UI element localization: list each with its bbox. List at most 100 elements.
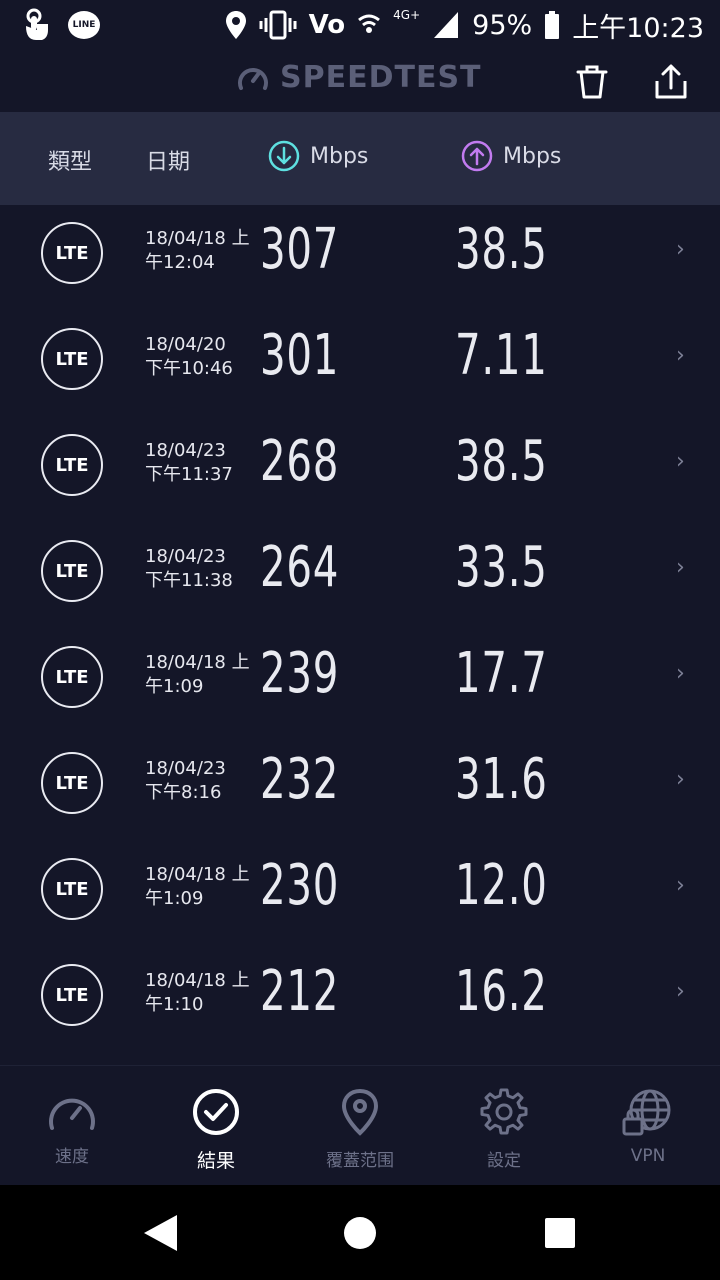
nav-label: 設定 (487, 1151, 521, 1171)
back-button[interactable] (140, 1213, 180, 1253)
nav-label: 覆蓋范围 (326, 1151, 394, 1171)
download-speed: 264 (260, 535, 340, 600)
download-speed: 301 (260, 323, 340, 388)
results-list[interactable]: LTE 18/04/18 上午12:04 307 38.5 › LTE 18/0… (0, 205, 720, 1065)
upload-speed: 17.7 (455, 641, 548, 706)
result-date: 18/04/23 下午11:38 (145, 546, 233, 591)
speedtest-logo: SPEEDTEST (236, 60, 482, 95)
result-date: 18/04/18 上午12:04 (145, 228, 250, 273)
column-date[interactable]: 日期 (146, 144, 190, 176)
download-speed: 307 (260, 217, 340, 282)
result-row[interactable]: LTE 18/04/18 上午1:09 239 17.7 › (0, 629, 720, 735)
connection-type-badge: LTE (41, 646, 103, 708)
chevron-right-icon: › (676, 343, 685, 368)
battery-percentage: 95% (472, 9, 533, 41)
connection-type-badge: LTE (41, 858, 103, 920)
chevron-right-icon: › (676, 767, 685, 792)
download-speed: 212 (260, 959, 340, 1024)
recents-button[interactable] (540, 1213, 580, 1253)
system-navigation-bar (0, 1185, 720, 1280)
result-date: 18/04/20 下午10:46 (145, 334, 233, 379)
upload-arrow-icon (461, 140, 493, 172)
nav-results[interactable]: 結果 (144, 1088, 288, 1173)
result-row[interactable]: LTE 18/04/23 下午8:16 232 31.6 › (0, 735, 720, 841)
upload-speed: 12.0 (455, 853, 548, 918)
bottom-navigation: 速度 結果 覆蓋范围 設定 VPN (0, 1065, 720, 1185)
chevron-right-icon: › (676, 873, 685, 898)
result-row[interactable]: LTE 18/04/23 下午11:38 264 33.5 › (0, 523, 720, 629)
upload-speed: 38.5 (455, 217, 548, 282)
wifi-calling-icon (358, 14, 381, 33)
chevron-right-icon: › (676, 555, 685, 580)
chevron-right-icon: › (676, 979, 685, 1004)
result-date: 18/04/23 下午11:37 (145, 440, 233, 485)
connection-type-badge: LTE (41, 752, 103, 814)
nav-label: 速度 (55, 1147, 89, 1167)
line-app-icon: LINE (68, 11, 100, 39)
nav-vpn[interactable]: VPN (576, 1088, 720, 1166)
download-speed: 232 (260, 747, 340, 812)
gear-icon (480, 1088, 528, 1135)
clock: 上午10:23 (572, 12, 704, 44)
result-date: 18/04/18 上午1:10 (145, 970, 250, 1015)
volte-indicator: Vo (308, 10, 346, 40)
result-row[interactable]: LTE 18/04/18 上午1:09 230 12.0 › (0, 841, 720, 947)
upload-speed: 16.2 (455, 959, 548, 1024)
trash-icon (576, 65, 608, 99)
share-button[interactable] (649, 60, 693, 104)
map-pin-icon (341, 1088, 379, 1136)
result-date: 18/04/18 上午1:09 (145, 864, 250, 909)
connection-type-badge: LTE (41, 222, 103, 284)
upload-speed: 7.11 (455, 323, 548, 388)
recents-square-icon (545, 1218, 575, 1248)
result-row[interactable]: LTE 18/04/20 下午10:46 301 7.11 › (0, 311, 720, 417)
upload-speed: 38.5 (455, 429, 548, 494)
vibrate-icon (259, 10, 297, 40)
nav-coverage[interactable]: 覆蓋范围 (288, 1088, 432, 1171)
download-speed: 230 (260, 853, 340, 918)
connection-type-badge: LTE (41, 964, 103, 1026)
connection-type-badge: LTE (41, 540, 103, 602)
location-icon (225, 11, 246, 39)
chevron-right-icon: › (676, 449, 685, 474)
home-button[interactable] (340, 1213, 380, 1253)
status-bar: LINE Vo 4G+ 95% 上午10:23 (0, 0, 720, 50)
nav-label: VPN (630, 1146, 666, 1166)
connection-type-badge: LTE (41, 434, 103, 496)
nav-label: 結果 (196, 1150, 235, 1172)
share-icon (655, 64, 687, 99)
chevron-right-icon: › (676, 661, 685, 686)
connection-type-badge: LTE (41, 328, 103, 390)
battery-icon (545, 11, 560, 39)
result-row[interactable]: LTE 18/04/23 下午11:37 268 38.5 › (0, 417, 720, 523)
speedometer-icon (238, 67, 268, 90)
result-date: 18/04/18 上午1:09 (145, 652, 250, 697)
network-type: 4G+ (393, 8, 421, 22)
download-unit: Mbps (310, 143, 369, 169)
download-arrow-icon (268, 140, 300, 172)
chevron-right-icon: › (676, 237, 685, 262)
column-upload[interactable]: Mbps (461, 140, 561, 172)
home-circle-icon (344, 1217, 376, 1249)
brand-title: SPEEDTEST (280, 60, 482, 95)
nav-settings[interactable]: 設定 (432, 1088, 576, 1171)
upload-speed: 33.5 (455, 535, 548, 600)
delete-button[interactable] (570, 60, 614, 104)
result-row[interactable]: LTE 18/04/18 上午12:04 307 38.5 › (0, 205, 720, 311)
nav-speed[interactable]: 速度 (0, 1088, 144, 1167)
signal-icon (434, 12, 459, 38)
app-header: SPEEDTEST (0, 50, 720, 112)
touch-hand-icon (26, 8, 48, 40)
column-type[interactable]: 類型 (48, 144, 92, 176)
speedometer-icon (49, 1098, 95, 1130)
column-header: 類型 日期 Mbps Mbps (0, 112, 720, 205)
download-speed: 268 (260, 429, 340, 494)
result-row[interactable]: LTE 18/04/18 上午1:10 212 16.2 › (0, 947, 720, 1053)
upload-speed: 31.6 (455, 747, 548, 812)
globe-lock-icon (622, 1089, 671, 1136)
download-speed: 239 (260, 641, 340, 706)
check-circle-icon (193, 1089, 239, 1135)
upload-unit: Mbps (503, 143, 562, 169)
result-date: 18/04/23 下午8:16 (145, 758, 226, 803)
column-download[interactable]: Mbps (268, 140, 368, 172)
